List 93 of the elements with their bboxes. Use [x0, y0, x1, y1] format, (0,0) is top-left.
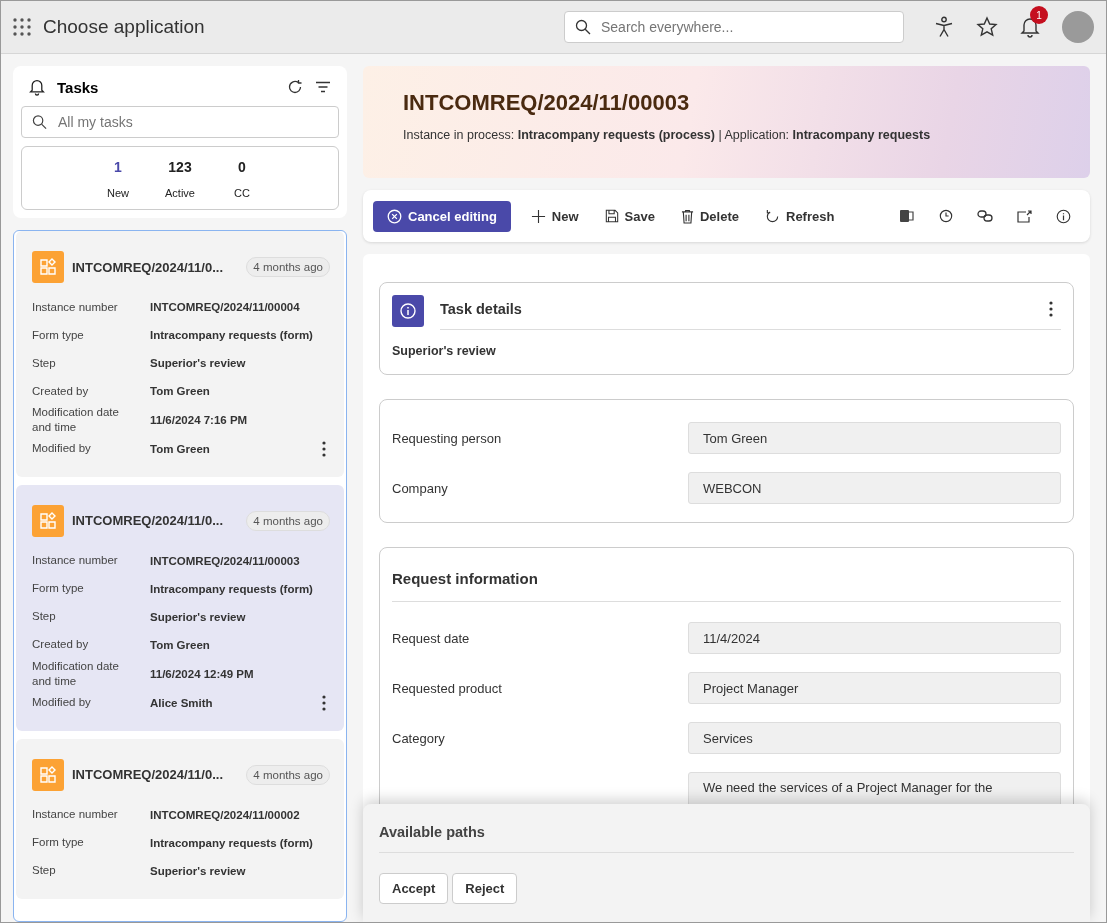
field-label: Instance number: [32, 299, 119, 315]
field-value: 11/6/2024 7:16 PM: [150, 413, 248, 426]
section-title: Request information: [392, 570, 1061, 602]
input-field[interactable]: 11/4/2024: [688, 622, 1061, 654]
info-icon: [392, 295, 424, 327]
refresh-button[interactable]: Refresh: [755, 200, 845, 232]
delete-button[interactable]: Delete: [670, 200, 749, 232]
instance-title: INTCOMREQ/2024/11/00003: [403, 90, 691, 116]
field-value: Tom Green: [150, 442, 210, 455]
counter-tab[interactable]: 0 CC: [219, 159, 265, 199]
task-title: INTCOMREQ/2024/11/0...: [72, 513, 224, 529]
field-label: Created by: [32, 383, 90, 399]
link-icon[interactable]: [977, 209, 993, 223]
step-name: Superior's review: [392, 344, 497, 358]
info-icon[interactable]: [1056, 208, 1071, 224]
app-tile-icon: [32, 251, 64, 283]
plus-icon: [530, 208, 546, 224]
tasks-title: Tasks: [57, 78, 99, 96]
task-card[interactable]: INTCOMREQ/2024/11/0... 4 months ago Instance number INTCOMREQ/2024/11/00002 Form type Intracompany requests (form) Step Superior's review: [16, 738, 344, 899]
field-value: 11/6/2024 12:49 PM: [150, 667, 254, 680]
field-label: Step: [32, 863, 57, 879]
field-value: Intracompany requests (form): [150, 329, 313, 341]
section-title: Task details: [440, 301, 522, 317]
age-badge: 4 months ago: [246, 257, 330, 277]
trash-icon: [680, 208, 694, 224]
field-label: Instance number: [32, 553, 119, 569]
field-label: Modification date and time: [32, 405, 120, 435]
filter-icon[interactable]: [315, 81, 331, 93]
field-value: Superior's review: [150, 610, 246, 623]
field-value: Superior's review: [150, 357, 246, 369]
save-icon: [604, 209, 619, 223]
field-value: Intracompany requests (form): [150, 582, 313, 595]
search-field[interactable]: Search everywhere...: [564, 11, 904, 43]
document-icon[interactable]: [899, 208, 915, 224]
input-field[interactable]: Project Manager: [688, 672, 1061, 704]
field-label: Company: [392, 480, 449, 496]
task-search-field[interactable]: All my tasks: [21, 106, 339, 138]
field-value: Intracompany requests (form): [150, 836, 313, 849]
clock-icon[interactable]: [939, 209, 953, 223]
age-badge: 4 months ago: [246, 764, 330, 785]
field-value: Tom Green: [150, 638, 210, 651]
field-label: Created by: [32, 637, 90, 653]
field-label: Form type: [32, 581, 85, 597]
field-label: Modified by: [32, 695, 92, 711]
counter-tab[interactable]: 1 New: [95, 159, 141, 199]
notification-badge: 1: [1030, 6, 1048, 24]
path-button[interactable]: Accept: [379, 873, 449, 904]
field-value: Tom Green: [150, 385, 210, 397]
field-label: Modified by: [32, 441, 92, 457]
field-label: Step: [32, 355, 57, 371]
cancel-button[interactable]: Cancel editing: [373, 200, 511, 232]
task-card[interactable]: [16, 484, 344, 731]
more-icon[interactable]: [1049, 301, 1053, 317]
refresh-icon[interactable]: [287, 79, 303, 95]
field-label: Step: [32, 609, 57, 625]
task-title: INTCOMREQ/2024/11/0...: [72, 767, 224, 783]
input-field[interactable]: WEBCON: [688, 472, 1061, 504]
field-label: Request date: [392, 630, 471, 646]
refresh-icon: [765, 208, 780, 224]
age-badge: 4 months ago: [246, 510, 330, 531]
field-label: Requested product: [392, 680, 503, 696]
app-tile-icon: [32, 758, 64, 791]
field-value: Superior's review: [150, 864, 246, 877]
task-card[interactable]: [16, 231, 344, 477]
counter-tab[interactable]: 123 Active: [157, 159, 203, 199]
input-field[interactable]: Tom Green: [688, 422, 1061, 454]
field-value: Alice Smith: [150, 696, 213, 709]
more-icon[interactable]: [322, 694, 326, 711]
app-title[interactable]: Choose application: [43, 16, 205, 38]
star-icon[interactable]: [976, 16, 998, 38]
task-title: INTCOMREQ/2024/11/0...: [72, 259, 224, 275]
field-label: Category: [392, 730, 446, 746]
field-label: Form type: [32, 327, 85, 343]
field-label: Form type: [32, 835, 85, 851]
accessibility-icon[interactable]: [934, 16, 954, 38]
app-tile-icon: [32, 504, 64, 537]
field-value: INTCOMREQ/2024/11/00004: [150, 301, 300, 313]
instance-info: Instance in process: Intracompany requests (process) | Application: Intracompany requests: [403, 128, 932, 142]
path-button[interactable]: Reject: [452, 873, 518, 904]
new-button[interactable]: New: [520, 200, 589, 232]
more-icon[interactable]: [322, 440, 326, 457]
field-label: Requesting person: [392, 430, 503, 446]
app-grid-icon[interactable]: [13, 18, 31, 36]
field-label: Instance number: [32, 807, 119, 823]
save-button[interactable]: Save: [594, 200, 665, 232]
paths-title: Available paths: [379, 816, 1074, 853]
field-label: Modification date and time: [32, 658, 120, 689]
cancel-icon: [387, 208, 402, 224]
field-value: INTCOMREQ/2024/11/00003: [150, 554, 300, 567]
input-field[interactable]: Services: [688, 722, 1061, 754]
open-external-icon[interactable]: [1017, 209, 1032, 223]
field-value: INTCOMREQ/2024/11/00002: [150, 808, 300, 821]
bell-icon: [29, 78, 45, 96]
